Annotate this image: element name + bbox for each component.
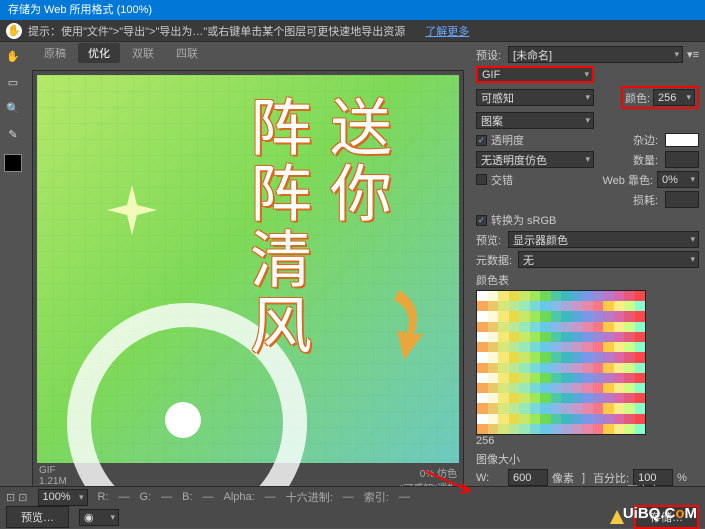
colors-label: 颜色:	[625, 90, 653, 106]
width-input[interactable]	[508, 469, 548, 486]
tab-2up[interactable]: 双联	[122, 43, 164, 63]
w-label: W:	[476, 472, 504, 484]
amount-label: 数量:	[633, 152, 661, 168]
transparency-checkbox[interactable]: ✓	[476, 135, 487, 146]
hex-label: 十六进制:	[286, 489, 333, 505]
preset-select[interactable]: [未命名]	[508, 46, 683, 63]
info-format: GIF	[39, 465, 129, 476]
sq-icon[interactable]: ⊡ ⊡	[6, 491, 28, 504]
websnap-select[interactable]: 0%	[657, 171, 699, 188]
window-titlebar: 存储为 Web 所用格式 (100%)	[0, 0, 705, 20]
learn-more-link[interactable]: 了解更多	[425, 23, 469, 39]
browser-select[interactable]: ◉	[79, 509, 119, 526]
transparency-label: 透明度	[491, 132, 524, 148]
zoom-select[interactable]: 100%	[38, 489, 88, 506]
preview-label: 预览:	[476, 232, 504, 248]
color-table-label: 颜色表	[476, 272, 699, 288]
tab-optimized[interactable]: 优化	[78, 43, 120, 63]
preview-tabs: 原稿 优化 双联 四联	[26, 42, 470, 64]
reduction-select[interactable]: 可感知	[476, 89, 594, 106]
settings-panel: 预设: [未命名] ▾≡ GIF 可感知 颜色: 256 图案 ✓ 透明度 杂边…	[470, 42, 705, 506]
zoom-tool[interactable]: 🔍	[3, 98, 23, 118]
watermark: UiBQ.CoM	[623, 505, 697, 522]
tip-bar: ✋ 提示：使用"文件">"导出">"导出为…"或右键单击某个图层可更快速地导出资…	[0, 20, 705, 42]
hand-tool[interactable]: ✋	[3, 46, 23, 66]
interlaced-checkbox[interactable]	[476, 174, 487, 185]
preview-select[interactable]: 显示器颜色	[508, 231, 699, 248]
lossy-label: 损耗:	[633, 192, 661, 208]
color-count: 256	[476, 435, 494, 447]
metadata-label: 元数据:	[476, 252, 514, 268]
decoration-knob	[165, 402, 201, 438]
metadata-select[interactable]: 无	[518, 251, 699, 268]
r-label: R:	[98, 491, 109, 503]
tab-4up[interactable]: 四联	[166, 43, 208, 63]
canvas-text-2: 阵阵清风	[229, 95, 319, 359]
lossy-input[interactable]	[665, 191, 699, 208]
decoration-star	[107, 185, 157, 235]
left-toolbar: ✋ ▭ 🔍 ✎	[0, 42, 26, 506]
eyedropper-tool[interactable]: ✎	[3, 124, 23, 144]
interlaced-label: 交错	[491, 172, 513, 188]
trans-dither-select[interactable]: 无透明度仿色	[476, 151, 594, 168]
format-select[interactable]: GIF	[476, 66, 594, 83]
b-label: B:	[182, 491, 192, 503]
preset-menu-icon[interactable]: ▾≡	[687, 48, 699, 61]
srgb-label: 转换为 sRGB	[491, 212, 556, 228]
canvas-image: 送你 阵阵清风	[37, 75, 459, 463]
dither-select[interactable]: 图案	[476, 112, 594, 129]
status-bar: ⊡ ⊡ 100% R:— G:— B:— Alpha:— 十六进制:— 索引:—…	[0, 486, 705, 528]
percent-label: 百分比:	[593, 470, 629, 486]
decoration-arrow	[369, 285, 429, 365]
hand-icon: ✋	[6, 23, 22, 39]
eyedropper-color-swatch[interactable]	[4, 154, 22, 172]
preset-label: 预设:	[476, 47, 504, 63]
image-size-label: 图像大小	[476, 451, 699, 467]
matte-swatch[interactable]	[665, 133, 699, 147]
canvas-text-1: 送你	[309, 95, 399, 227]
amount-input[interactable]	[665, 151, 699, 168]
colors-select[interactable]: 256	[653, 89, 695, 106]
matte-label: 杂边:	[633, 132, 661, 148]
websnap-label: Web 靠色:	[602, 172, 653, 188]
pct-label: %	[677, 472, 687, 484]
index-label: 索引:	[364, 489, 389, 505]
preview-pane[interactable]: 送你 阵阵清风 GIF 1.21M 225 秒 @ 56.6 Kbps 0% 仿…	[32, 70, 464, 500]
tab-original[interactable]: 原稿	[34, 43, 76, 63]
slice-tool[interactable]: ▭	[3, 72, 23, 92]
color-table[interactable]	[476, 290, 646, 435]
info-dither: 0% 仿色	[400, 465, 457, 480]
srgb-checkbox[interactable]: ✓	[476, 215, 487, 226]
px-label-1: 像素	[552, 470, 574, 486]
preview-button[interactable]: 预览…	[6, 506, 69, 528]
alpha-label: Alpha:	[224, 491, 255, 503]
g-label: G:	[140, 491, 152, 503]
tip-text: 提示：使用"文件">"导出">"导出为…"或右键单击某个图层可更快速地导出资源	[28, 23, 405, 39]
